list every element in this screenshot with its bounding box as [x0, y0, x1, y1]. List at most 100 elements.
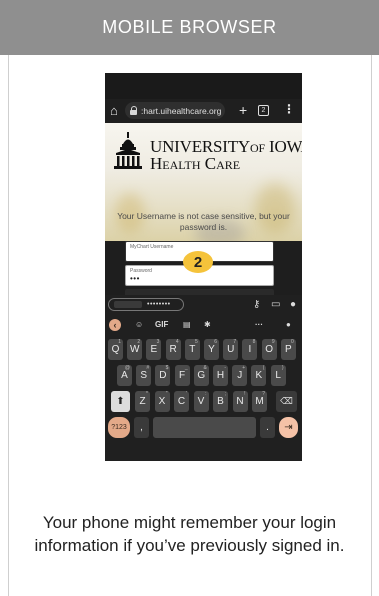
frame-border-left [8, 55, 9, 596]
gif-button[interactable]: GIF [155, 320, 168, 329]
key-label: H [216, 370, 225, 381]
key-w[interactable]: 2W [127, 339, 143, 360]
key-label: T [189, 344, 196, 355]
key-label: G [197, 370, 206, 381]
key-t[interactable]: 5T [184, 339, 200, 360]
key-hint: " [165, 391, 168, 397]
key-u[interactable]: 7U [223, 339, 239, 360]
key-m[interactable]: ? M [252, 391, 267, 412]
key-row-3: ⬆ ⌫ * Z " X ' C: V; B! N? M [105, 389, 302, 415]
period-key[interactable]: . [260, 417, 275, 438]
collapse-icon[interactable]: ‹ [109, 319, 121, 331]
key-hint: _ [184, 365, 188, 371]
key-h[interactable]: -H [213, 365, 228, 386]
numbers-key[interactable]: ?123 [108, 417, 130, 438]
key-hint: ( [262, 365, 265, 371]
key-label: J [237, 370, 243, 381]
key-hint: ' [186, 391, 187, 397]
key-label: E [150, 344, 158, 355]
key-hint: $ [165, 365, 169, 371]
key-f[interactable]: _ F [174, 365, 190, 386]
key-label: A [121, 370, 128, 381]
key-k[interactable]: (K [251, 365, 267, 386]
menu-icon[interactable]: ⋮ [283, 102, 295, 116]
key-hint: 9 [271, 339, 275, 345]
frame-border-right [371, 55, 372, 596]
key-b[interactable]: ; B [213, 391, 228, 412]
microphone-icon[interactable]: ● [286, 320, 291, 329]
space-key[interactable] [153, 417, 256, 438]
key-hint: 8 [252, 339, 256, 345]
browser-toolbar: ⌂ :hart.uihealthcare.org + 2 ⋮ [105, 99, 302, 123]
old-capitol-logo-icon [114, 132, 142, 169]
key-z[interactable]: * Z [135, 391, 150, 412]
key-hint: 1 [118, 339, 121, 345]
lock-icon [130, 106, 138, 115]
section-header: MOBILE BROWSER [0, 0, 379, 55]
card-icon[interactable]: ▭ [271, 299, 280, 310]
key-hint: ? [262, 391, 265, 397]
key-l[interactable]: ) L [270, 365, 286, 386]
logo-line-2: HEALTH CARE [150, 154, 241, 173]
key-y[interactable]: 6Y [204, 339, 219, 360]
key-i[interactable]: 8I [242, 339, 258, 360]
key-label: K [255, 370, 263, 381]
key-q[interactable]: 1Q [108, 339, 123, 360]
caption-text: Your phone might remember your login inf… [34, 513, 345, 555]
username-label: MyChart Username [130, 244, 174, 250]
key-g[interactable]: & G [193, 365, 209, 386]
key-hint: 0 [291, 339, 294, 345]
more-icon[interactable]: ··· [255, 320, 263, 329]
sticker-icon[interactable]: ☺ [135, 320, 143, 329]
keyboard: •••••••• ⚷ ▭ ● ‹ ☺ GIF ▤ ✱ ··· ● 1Q2W3E4… [105, 295, 302, 461]
clipboard-icon[interactable]: ▤ [183, 320, 191, 329]
key-label: U [227, 344, 235, 355]
key-hint: 4 [175, 339, 179, 345]
key-a[interactable]: @ A [117, 365, 132, 386]
key-label: O [265, 344, 273, 355]
emoji-comma-key[interactable]: , [134, 417, 149, 438]
key-label: C [177, 396, 186, 407]
key-hint: : [205, 391, 207, 397]
new-tab-icon[interactable]: + [239, 102, 247, 118]
key-r[interactable]: 4R [165, 339, 181, 360]
key-label: F [179, 370, 186, 381]
key-hint: 3 [156, 339, 160, 345]
settings-icon[interactable]: ✱ [204, 320, 211, 329]
password-value: ••• [130, 274, 140, 283]
key-d[interactable]: $ D [155, 365, 171, 386]
autofill-suggestion[interactable]: •••••••• [108, 298, 184, 311]
backspace-key[interactable]: ⌫ [276, 391, 297, 412]
address-bar[interactable]: :hart.uihealthcare.org [125, 102, 225, 119]
location-icon[interactable]: ● [290, 299, 296, 310]
key-v[interactable]: :V [193, 391, 209, 412]
shift-key[interactable]: ⬆ [111, 391, 130, 412]
key-c[interactable]: ' C [174, 391, 189, 412]
key-hint: @ [124, 365, 130, 371]
key-label: Z [139, 396, 146, 407]
key-label: I [248, 344, 252, 355]
key-s[interactable]: # S [136, 365, 152, 386]
key-label: B [217, 396, 224, 407]
key-e[interactable]: 3E [146, 339, 162, 360]
key-hint: & [203, 365, 207, 371]
keyboard-toolbar: ‹ ☺ GIF ▤ ✱ ··· ● [105, 315, 302, 335]
autofill-bar: •••••••• ⚷ ▭ ● [105, 295, 302, 315]
enter-key[interactable]: ⇥ [279, 417, 298, 438]
username-note: Your Username is not case sensitive, but… [117, 211, 290, 232]
key-label: M [255, 396, 264, 407]
key-label: D [159, 370, 167, 381]
key-o[interactable]: 9O [261, 339, 277, 360]
key-label: N [236, 396, 244, 407]
key-j[interactable]: + J [232, 365, 248, 386]
key-p[interactable]: 0P [280, 339, 296, 360]
home-icon[interactable]: ⌂ [110, 103, 118, 118]
key-x[interactable]: " X [154, 391, 170, 412]
key-label: S [140, 370, 148, 381]
key-label: L [275, 370, 281, 381]
key-n[interactable]: ! N [232, 391, 248, 412]
key-label: Y [208, 344, 215, 355]
key-icon[interactable]: ⚷ [253, 299, 260, 310]
key-hint: 2 [137, 339, 141, 345]
tab-switcher-icon[interactable]: 2 [258, 105, 269, 116]
